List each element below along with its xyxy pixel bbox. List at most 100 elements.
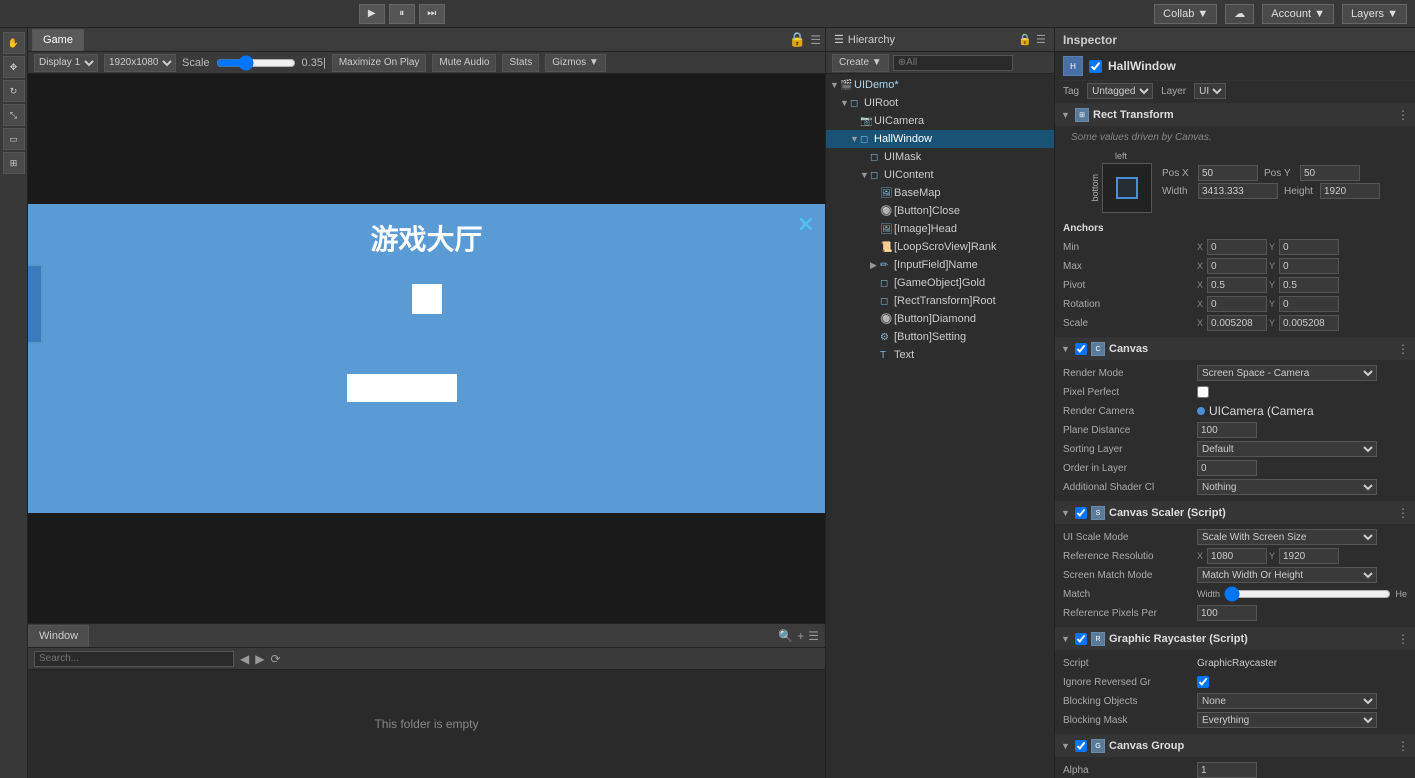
canvas-group-menu[interactable]: ⋮ <box>1397 739 1409 753</box>
project-back-icon[interactable]: ◀ <box>240 652 249 666</box>
tree-item-inputfieldname[interactable]: ▶ ✏ [InputField]Name <box>826 256 1054 274</box>
hand-tool[interactable]: ✋ <box>3 32 25 54</box>
blocking-objects-select[interactable]: None <box>1197 693 1377 709</box>
display-select[interactable]: Display 1 <box>34 54 98 72</box>
rect-tool[interactable]: ▭ <box>3 128 25 150</box>
canvas-group-active-checkbox[interactable] <box>1075 740 1087 752</box>
inspector-scrollable[interactable]: H HallWindow Tag Untagged Layer UI ▼ ⊞ <box>1055 52 1415 778</box>
rot-y-input[interactable] <box>1279 296 1339 312</box>
tab-lock-icon[interactable]: 🔒 <box>789 31 806 48</box>
project-forward-icon[interactable]: ▶ <box>255 652 264 666</box>
tree-item-recttransformroot[interactable]: ◻ [RectTransform]Root <box>826 292 1054 310</box>
tree-item-buttonclose[interactable]: 🔘 [Button]Close <box>826 202 1054 220</box>
obj-active-checkbox[interactable] <box>1089 60 1102 73</box>
tree-item-basemap[interactable]: 🖼 BaseMap <box>826 184 1054 202</box>
tree-item-uicamera[interactable]: 📷 UICamera <box>826 112 1054 130</box>
tree-item-imagehead[interactable]: 🖼 [Image]Head <box>826 220 1054 238</box>
step-button[interactable]: ⏭ <box>419 4 445 24</box>
pixel-perfect-checkbox[interactable] <box>1197 386 1209 398</box>
additional-shader-select[interactable]: Nothing <box>1197 479 1377 495</box>
anchor-min-x-input[interactable] <box>1207 239 1267 255</box>
tree-item-uimask[interactable]: ◻ UIMask <box>826 148 1054 166</box>
ref-res-x-input[interactable] <box>1207 548 1267 564</box>
account-button[interactable]: Account ▼ <box>1262 4 1334 24</box>
tree-item-uidemo[interactable]: ▼ 🎬 UIDemo* <box>826 76 1054 94</box>
project-tab[interactable]: Window <box>28 625 89 647</box>
graphic-raycaster-active-checkbox[interactable] <box>1075 633 1087 645</box>
graphic-raycaster-menu[interactable]: ⋮ <box>1397 632 1409 646</box>
plane-distance-input[interactable] <box>1197 422 1257 438</box>
project-search-input[interactable] <box>34 651 234 667</box>
pivot-x-input[interactable] <box>1207 277 1267 293</box>
tree-item-uicontent[interactable]: ▼ ◻ UIContent <box>826 166 1054 184</box>
rect-transform-header[interactable]: ▼ ⊞ Rect Transform ⋮ <box>1055 104 1415 126</box>
resolution-select[interactable]: 1920x1080 <box>104 54 176 72</box>
canvas-scaler-header[interactable]: ▼ S Canvas Scaler (Script) ⋮ <box>1055 502 1415 524</box>
tree-item-buttondiamond[interactable]: 🔘 [Button]Diamond <box>826 310 1054 328</box>
screen-match-select[interactable]: Match Width Or Height <box>1197 567 1377 583</box>
pivot-y-input[interactable] <box>1279 277 1339 293</box>
rect-transform-menu[interactable]: ⋮ <box>1397 108 1409 122</box>
play-button[interactable]: ▶ <box>359 4 385 24</box>
tab-menu-icon[interactable]: ☰ <box>810 33 821 47</box>
tree-item-text[interactable]: T Text <box>826 346 1054 364</box>
scale-y-input[interactable] <box>1279 315 1339 331</box>
canvas-group-header[interactable]: ▼ G Canvas Group ⋮ <box>1055 735 1415 757</box>
tree-item-buttonsetting[interactable]: ⚙ [Button]Setting <box>826 328 1054 346</box>
project-refresh-icon[interactable]: ⟳ <box>270 652 280 666</box>
gizmos-btn[interactable]: Gizmos ▼ <box>545 54 606 72</box>
hierarchy-content[interactable]: ▼ 🎬 UIDemo* ▼ ◻ UIRoot 📷 UICamera ▼ ◻ Ha… <box>826 74 1054 778</box>
collab-button[interactable]: Collab ▼ <box>1154 4 1217 24</box>
ref-pixels-input[interactable] <box>1197 605 1257 621</box>
project-add-icon[interactable]: + <box>797 629 804 643</box>
maximize-on-play-btn[interactable]: Maximize On Play <box>332 54 427 72</box>
ignore-reversed-checkbox[interactable] <box>1197 676 1209 688</box>
game-tab[interactable]: Game <box>32 29 84 51</box>
canvas-scaler-active-checkbox[interactable] <box>1075 507 1087 519</box>
pause-button[interactable]: ⏸ <box>389 4 415 24</box>
canvas-menu[interactable]: ⋮ <box>1397 342 1409 356</box>
project-search-icon[interactable]: 🔍 <box>778 629 793 643</box>
close-x-button[interactable]: ✕ <box>797 212 815 238</box>
anchor-max-x-input[interactable] <box>1207 258 1267 274</box>
scale-slider[interactable] <box>216 55 296 71</box>
width-input[interactable] <box>1198 183 1278 199</box>
tree-item-loopscroviewrank[interactable]: 📜 [LoopScroView]Rank <box>826 238 1054 256</box>
render-mode-select[interactable]: Screen Space - Camera <box>1197 365 1377 381</box>
tag-select[interactable]: Untagged <box>1087 83 1153 99</box>
stats-btn[interactable]: Stats <box>502 54 539 72</box>
order-in-layer-input[interactable] <box>1197 460 1257 476</box>
canvas-header[interactable]: ▼ C Canvas ⋮ <box>1055 338 1415 360</box>
scale-tool[interactable]: ⤡ <box>3 104 25 126</box>
canvas-active-checkbox[interactable] <box>1075 343 1087 355</box>
pos-x-input[interactable] <box>1198 165 1258 181</box>
hierarchy-menu-icon[interactable]: ☰ <box>1036 33 1046 46</box>
cloud-button[interactable]: ☁ <box>1225 4 1254 24</box>
scale-x-input[interactable] <box>1207 315 1267 331</box>
alpha-input[interactable] <box>1197 762 1257 778</box>
tree-item-gameobjectgold[interactable]: ◻ [GameObject]Gold <box>826 274 1054 292</box>
hierarchy-search-input[interactable] <box>893 55 1013 71</box>
match-slider[interactable] <box>1224 586 1391 602</box>
combo-tool[interactable]: ⊞ <box>3 152 25 174</box>
height-input[interactable] <box>1320 183 1380 199</box>
hierarchy-lock-icon[interactable]: 🔒 <box>1018 33 1032 46</box>
layers-button[interactable]: Layers ▼ <box>1342 4 1407 24</box>
layer-select[interactable]: UI <box>1194 83 1226 99</box>
sorting-layer-select[interactable]: Default <box>1197 441 1377 457</box>
tree-item-hallwindow[interactable]: ▼ ◻ HallWindow <box>826 130 1054 148</box>
move-tool[interactable]: ✥ <box>3 56 25 78</box>
graphic-raycaster-header[interactable]: ▼ R Graphic Raycaster (Script) ⋮ <box>1055 628 1415 650</box>
mute-audio-btn[interactable]: Mute Audio <box>432 54 496 72</box>
rot-x-input[interactable] <box>1207 296 1267 312</box>
blocking-mask-select[interactable]: Everything <box>1197 712 1377 728</box>
anchor-min-y-input[interactable] <box>1279 239 1339 255</box>
project-options-icon[interactable]: ☰ <box>808 629 819 643</box>
tree-item-uiroot[interactable]: ▼ ◻ UIRoot <box>826 94 1054 112</box>
rotate-tool[interactable]: ↻ <box>3 80 25 102</box>
canvas-scaler-menu[interactable]: ⋮ <box>1397 506 1409 520</box>
ref-res-y-input[interactable] <box>1279 548 1339 564</box>
anchor-max-y-input[interactable] <box>1279 258 1339 274</box>
ui-scale-mode-select[interactable]: Scale With Screen Size <box>1197 529 1377 545</box>
pos-y-input[interactable] <box>1300 165 1360 181</box>
